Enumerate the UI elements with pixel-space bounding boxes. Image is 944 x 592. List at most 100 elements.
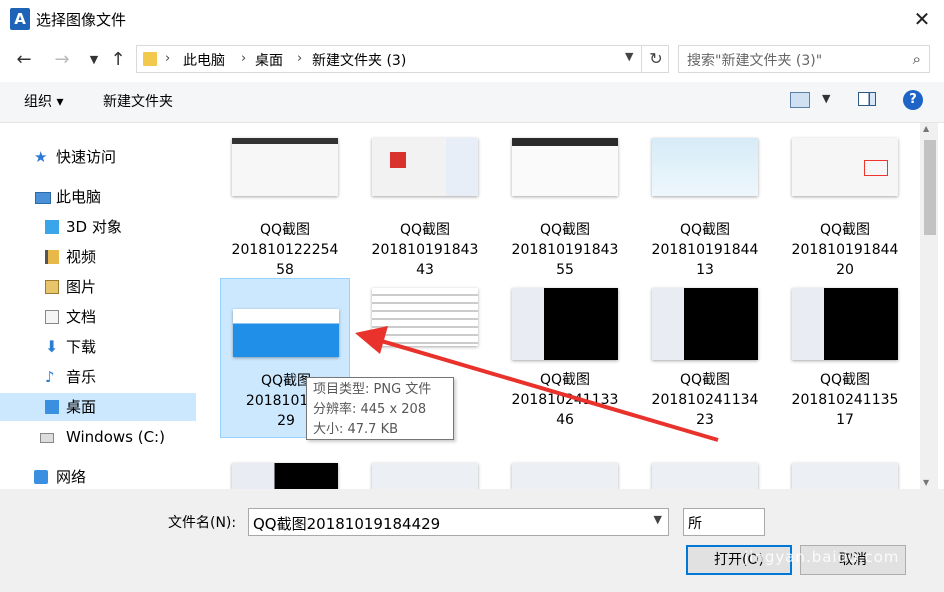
file-tile[interactable]	[500, 453, 630, 489]
file-tile[interactable]: QQ截图 201810241135 17	[780, 278, 910, 438]
documents-icon	[45, 310, 59, 324]
breadcrumb-this-pc[interactable]: 此电脑	[183, 50, 225, 70]
back-button[interactable]: ←	[12, 48, 36, 72]
refresh-icon: ↻	[649, 49, 663, 68]
file-thumbnail	[652, 463, 758, 489]
star-icon: ★	[34, 148, 48, 166]
file-thumbnail	[232, 463, 338, 489]
arrow-right-icon: →	[54, 49, 70, 70]
file-tile[interactable]: QQ截图 201810122254 58	[220, 128, 350, 288]
scroll-up-icon[interactable]: ▲	[923, 124, 929, 133]
up-button[interactable]: ↑	[106, 48, 130, 72]
file-tile[interactable]: QQ截图 201810191844 20	[780, 128, 910, 288]
chevron-down-icon[interactable]: ▼	[654, 513, 662, 526]
file-name: QQ截图 201810122254 58	[231, 222, 339, 278]
nav-item-pictures[interactable]: 图片	[0, 273, 196, 301]
nav-item-windows-c[interactable]: Windows (C:)	[0, 423, 196, 451]
nav-item-music[interactable]: ♪ 音乐	[0, 363, 196, 391]
file-thumbnail	[512, 288, 618, 360]
file-thumbnail	[792, 138, 898, 196]
nav-item-3d-objects[interactable]: 3D 对象	[0, 213, 196, 241]
file-thumbnail	[372, 463, 478, 489]
change-view-icon[interactable]	[790, 92, 810, 108]
chevron-down-icon: ▼	[89, 53, 99, 66]
file-tile[interactable]	[640, 453, 770, 489]
file-thumbnail	[512, 138, 618, 196]
breadcrumb-desktop[interactable]: 桌面	[255, 50, 283, 70]
filename-input[interactable]: QQ截图20181019184429 ▼	[248, 508, 669, 536]
file-type-select[interactable]: 所	[683, 508, 765, 536]
tooltip-resolution: 分辨率: 445 x 208	[313, 402, 427, 417]
pictures-icon	[45, 280, 59, 294]
search-input[interactable]: 搜索"新建文件夹 (3)" ⌕	[678, 45, 930, 73]
file-type-value: 所	[688, 516, 702, 532]
file-name: QQ截图 201810241134 23	[651, 372, 759, 428]
video-icon	[45, 250, 59, 264]
chevron-down-icon[interactable]: ▼	[822, 92, 830, 105]
tooltip-size: 大小: 47.7 KB	[313, 422, 399, 437]
nav-item-label: 此电脑	[56, 188, 102, 206]
file-tile[interactable]	[220, 453, 350, 489]
file-thumbnail	[792, 463, 898, 489]
breadcrumb-separator-icon: ›	[241, 51, 247, 66]
nav-item-label: 快速访问	[56, 148, 117, 166]
close-button[interactable]: ✕	[900, 0, 944, 38]
bottom-panel	[0, 489, 944, 592]
nav-item-videos[interactable]: 视频	[0, 243, 196, 271]
file-tile[interactable]: QQ截图 201810241133 46	[500, 278, 630, 438]
file-thumbnail	[792, 288, 898, 360]
computer-icon	[35, 192, 51, 204]
preview-pane-icon[interactable]	[858, 92, 876, 106]
nav-item-label: 下载	[66, 338, 97, 356]
network-icon	[34, 470, 48, 484]
file-name: QQ截图 201810191843 43	[371, 222, 479, 278]
file-thumbnail	[232, 138, 338, 196]
nav-item-downloads[interactable]: ⬇ 下载	[0, 333, 196, 361]
file-name: QQ截图 201810241133 46	[511, 372, 619, 428]
file-tile[interactable]: QQ截图 201810241134 23	[640, 278, 770, 438]
nav-item-label: 3D 对象	[66, 218, 122, 236]
breadcrumb-separator-icon: ›	[165, 51, 171, 66]
file-name: QQ截图 201810191844 13	[651, 222, 759, 278]
music-icon: ♪	[45, 368, 55, 386]
help-icon: ?	[909, 92, 917, 107]
nav-item-desktop[interactable]: 桌面	[0, 393, 196, 421]
window-title: 选择图像文件	[36, 11, 127, 29]
chevron-down-icon[interactable]: ▼	[625, 50, 633, 63]
title-bar	[0, 0, 944, 38]
scroll-down-icon[interactable]: ▼	[923, 478, 929, 487]
organize-button[interactable]: 组织 ▾	[24, 91, 63, 111]
new-folder-button[interactable]: 新建文件夹	[103, 91, 173, 111]
file-tile[interactable]	[780, 453, 910, 489]
file-thumbnail	[512, 463, 618, 489]
file-tile[interactable]: QQ截图 201810191844 13	[640, 128, 770, 288]
app-icon: A	[10, 8, 30, 30]
file-tooltip: 项目类型: PNG 文件 分辨率: 445 x 208 大小: 47.7 KB	[306, 377, 454, 440]
nav-item-label: 视频	[66, 248, 97, 266]
3d-objects-icon	[45, 220, 59, 234]
watermark: jingyan.baidu.com	[744, 548, 900, 566]
refresh-button[interactable]: ↻	[641, 45, 670, 73]
forward-button[interactable]: →	[50, 48, 74, 72]
scrollbar-thumb[interactable]	[924, 140, 936, 235]
nav-item-documents[interactable]: 文档	[0, 303, 196, 331]
breadcrumb-current-folder[interactable]: 新建文件夹 (3)	[312, 50, 406, 70]
nav-item-quick-access[interactable]: ★ 快速访问	[0, 143, 196, 171]
file-tile[interactable]: QQ截图 201810191843 55	[500, 128, 630, 288]
help-button[interactable]: ?	[903, 90, 923, 110]
file-thumbnail	[652, 288, 758, 360]
file-tile[interactable]	[360, 453, 490, 489]
tooltip-type: 项目类型: PNG 文件	[313, 382, 432, 397]
drive-icon	[40, 433, 54, 443]
arrow-up-icon: ↑	[110, 49, 126, 70]
file-thumbnail	[372, 288, 478, 346]
file-thumbnail	[652, 138, 758, 196]
nav-item-label: 网络	[56, 468, 87, 486]
address-bar[interactable]: › 此电脑 › 桌面 › 新建文件夹 (3) ▼ ↻	[136, 45, 669, 73]
file-tile[interactable]: QQ截图 201810191843 43	[360, 128, 490, 288]
nav-item-label: 文档	[66, 308, 97, 326]
nav-item-this-pc[interactable]: 此电脑	[0, 183, 196, 211]
file-thumbnail	[372, 138, 478, 196]
nav-item-network[interactable]: 网络	[0, 463, 196, 491]
recent-locations-button[interactable]: ▼	[82, 48, 106, 72]
